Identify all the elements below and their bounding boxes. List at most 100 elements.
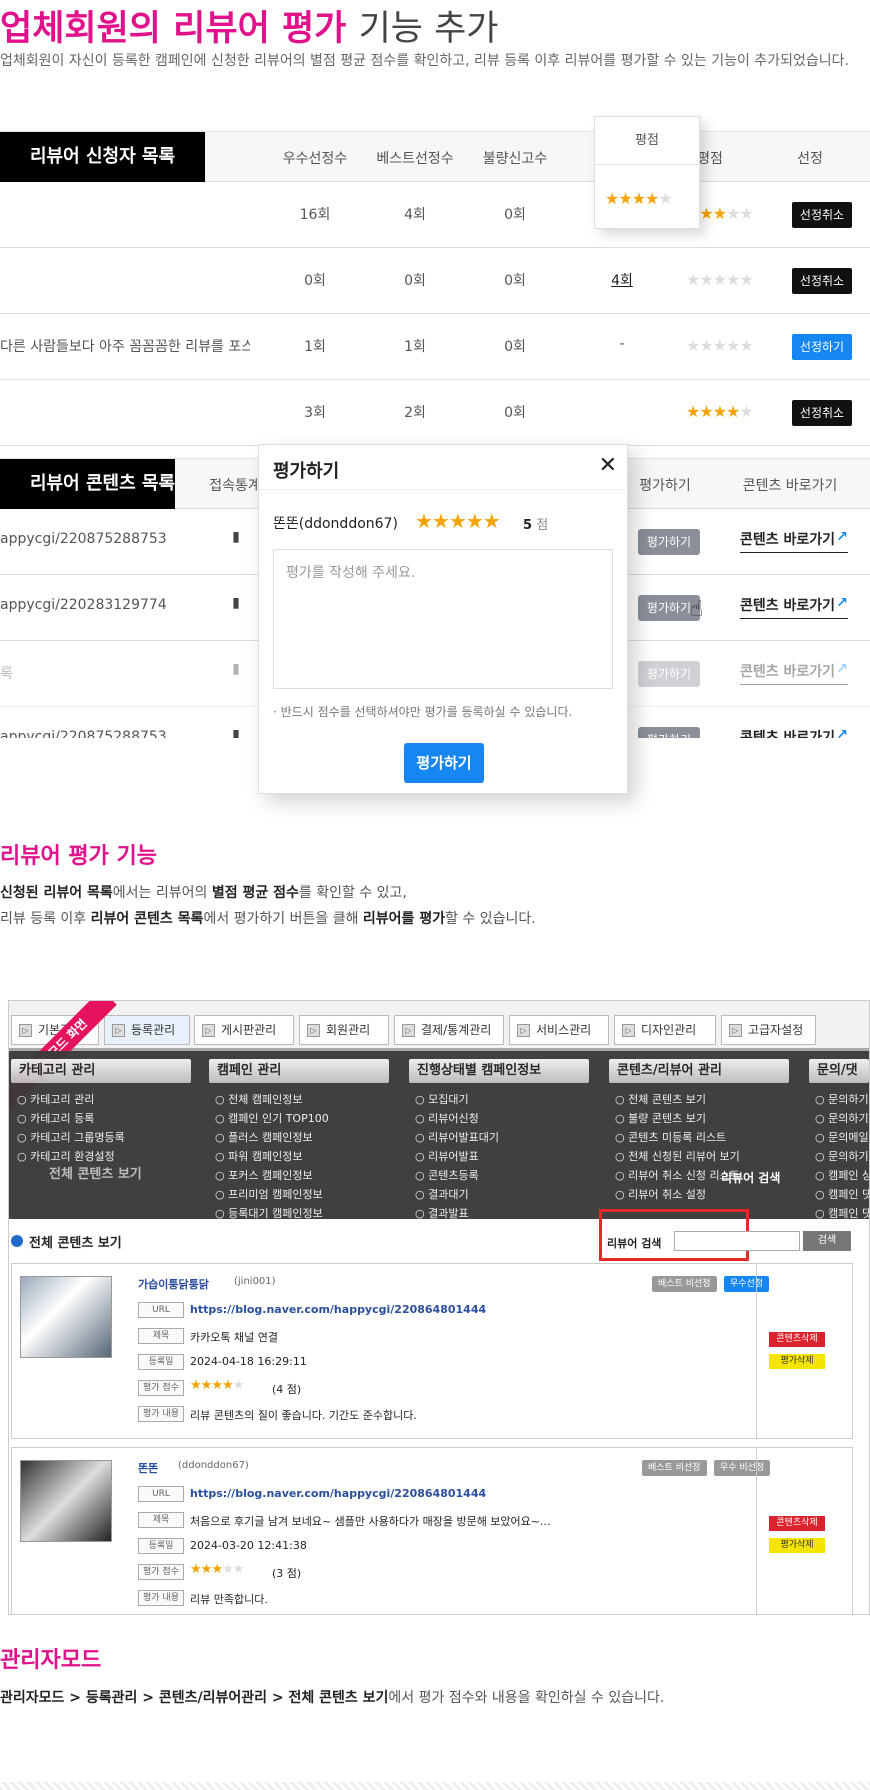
admin-tab-label: 결제/통계관리 xyxy=(421,1023,492,1037)
evaluation-score: (4 점) xyxy=(272,1383,302,1396)
menu-item[interactable]: ○ 캠페인 댓 xyxy=(815,1205,869,1221)
menu-item[interactable]: ○ 전체 캠페인정보 xyxy=(215,1091,302,1107)
menu-item[interactable]: ○ 리뷰어발표 xyxy=(415,1148,479,1164)
menu-item-label: 카테고리 환경설정 xyxy=(30,1150,115,1163)
excellent-count: 1회 xyxy=(304,339,326,355)
feature-line-2: 리뷰 등록 이후 리뷰어 콘텐츠 목록에서 평가하기 버튼을 클해 리뷰어를 평… xyxy=(0,906,536,932)
close-icon[interactable]: ✕ xyxy=(599,453,617,478)
menu-item[interactable]: ○ 포커스 캠페인정보 xyxy=(215,1167,313,1183)
bar-chart-icon[interactable]: ▮ xyxy=(226,661,246,677)
rating-count: - xyxy=(619,336,625,352)
cancel-selection-button[interactable]: 선정취소 xyxy=(792,202,852,228)
menu-item[interactable]: ○ 카테고리 환경설정 xyxy=(17,1148,115,1164)
content-url-link[interactable]: https://blog.naver.com/happycgi/22086480… xyxy=(190,1487,486,1500)
field-label: 평가 점수 xyxy=(138,1380,184,1396)
menu-item[interactable]: ○ 카테고리 그룹명등록 xyxy=(17,1129,125,1145)
admin-tab[interactable]: ▷ 회원관리 xyxy=(299,1015,389,1045)
menu-item[interactable]: ○ 파워 캠페인정보 xyxy=(215,1148,302,1164)
bullet-icon: ○ xyxy=(215,1207,229,1220)
goto-content-link[interactable]: 콘텐츠 바로가기 ↗ xyxy=(740,595,848,619)
admin-tab[interactable]: ▷ 고급자설정 xyxy=(721,1015,816,1045)
menu-header[interactable]: 콘텐츠/리뷰어 관리 xyxy=(609,1059,789,1083)
menu-item[interactable]: ○ 콘텐츠 미등록 리스트 xyxy=(615,1129,726,1145)
bad-count: 0회 xyxy=(504,273,526,289)
feature-text: 신청된 리뷰어 목록에서는 리뷰어의 별점 평균 점수를 확인할 수 있고, 리… xyxy=(0,880,536,932)
best-tag[interactable]: 베스트 비선정 xyxy=(642,1460,707,1476)
menu-item[interactable]: ○ 결과대기 xyxy=(415,1186,469,1202)
search-label: 리뷰어 검색 xyxy=(607,1237,662,1250)
content-url-link[interactable]: https://blog.naver.com/happycgi/22086480… xyxy=(190,1303,486,1316)
reviewer-name[interactable]: 똔똔 xyxy=(138,1460,158,1476)
cancel-selection-button[interactable]: 선정취소 xyxy=(792,268,852,294)
bullet-icon: ○ xyxy=(815,1150,829,1163)
menu-item[interactable]: ○ 문의하기 xyxy=(815,1148,869,1164)
rating-count[interactable]: 4회 xyxy=(602,270,642,290)
menu-item[interactable]: ○ 전체 신청된 리뷰어 보기 xyxy=(615,1148,740,1164)
menu-item[interactable]: ○ 캠페인 상 xyxy=(815,1167,869,1183)
delete-content-button[interactable]: 콘텐츠삭제 xyxy=(769,1516,825,1531)
menu-item[interactable]: ○ 문의하기 xyxy=(815,1091,869,1107)
menu-header[interactable]: 캠페인 관리 xyxy=(209,1059,389,1083)
bad-count: 0회 xyxy=(504,339,526,355)
content-card: 가습이퉁닭퉁닭 (jini001) 베스트 비선정 우수선정 URL https://bl… xyxy=(11,1263,853,1439)
menu-item-label: 불량 콘텐츠 보기 xyxy=(628,1112,706,1125)
cancel-selection-button[interactable]: 선정취소 xyxy=(792,400,852,426)
menu-header[interactable]: 문의/댓 xyxy=(809,1059,869,1083)
menu-item[interactable]: ○ 카테고리 관리 xyxy=(17,1091,94,1107)
admin-tab[interactable]: ▷ 등록관리 xyxy=(104,1015,190,1045)
modal-star-rating[interactable]: ★★★★★ xyxy=(415,509,501,533)
menu-item[interactable]: ○ 전체 콘텐츠 보기 xyxy=(615,1091,706,1107)
menu-header[interactable]: 진행상태별 캠페인정보 xyxy=(409,1059,589,1083)
admin-tab[interactable]: ▷ 결제/통계관리 xyxy=(394,1015,504,1045)
delete-content-button[interactable]: 콘텐츠삭제 xyxy=(769,1332,825,1347)
delete-evaluation-button[interactable]: 평가삭제 xyxy=(769,1538,825,1553)
menu-item[interactable]: ○ 프리미엄 캠페인정보 xyxy=(215,1186,323,1202)
search-input[interactable] xyxy=(674,1231,800,1251)
star-icon: ★ xyxy=(726,336,740,355)
menu-item[interactable]: ○ 문의메일 xyxy=(815,1129,869,1145)
star-icon: ★ xyxy=(726,270,740,289)
menu-item[interactable]: ○ 캠페인 댓 xyxy=(815,1186,869,1202)
menu-item[interactable]: ○ 카테고리 등록 xyxy=(17,1110,94,1126)
bg-search-label: 리뷰어 검색 xyxy=(721,1171,781,1185)
goto-content-link[interactable]: 콘텐츠 바로가기 ↗ xyxy=(740,661,848,685)
best-tag[interactable]: 베스트 비선정 xyxy=(652,1276,717,1292)
evaluate-button[interactable]: 평가하기 xyxy=(638,727,700,738)
select-button[interactable]: 선정하기 xyxy=(792,334,852,360)
rating-popover-stars: ★★★★★ xyxy=(605,189,673,208)
bullet-icon: ○ xyxy=(215,1093,229,1106)
admin-tab[interactable]: ▷ 서비스관리 xyxy=(509,1015,609,1045)
menu-item[interactable]: ○ 결과발표 xyxy=(415,1205,469,1221)
arrow-up-right-icon: ↗ xyxy=(836,661,848,677)
reviewer-id: (jini001) xyxy=(234,1276,276,1287)
menu-item[interactable]: ○ 리뷰어발표대기 xyxy=(415,1129,499,1145)
evaluation-textarea[interactable]: 평가를 작성해 주세요. xyxy=(273,549,613,689)
admin-tab[interactable]: ▷ 게시판관리 xyxy=(194,1015,294,1045)
submit-evaluation-button[interactable]: 평가하기 xyxy=(404,743,484,783)
feature-text-5: 할 수 있습니다. xyxy=(445,911,536,927)
bar-chart-icon[interactable]: ▮ xyxy=(226,595,246,611)
star-icon: ★ xyxy=(712,336,727,355)
menu-item[interactable]: ○ 콘텐츠등록 xyxy=(415,1167,479,1183)
bullet-icon: ○ xyxy=(17,1150,31,1163)
search-button[interactable]: 검색 xyxy=(803,1231,851,1251)
evaluate-button[interactable]: 평가하기 xyxy=(638,529,700,555)
reviewer-name[interactable]: 가습이퉁닭퉁닭 xyxy=(138,1276,209,1292)
menu-item[interactable]: ○ 캠페인 인기 TOP100 xyxy=(215,1110,329,1126)
menu-item[interactable]: ○ 등록대기 캠페인정보 xyxy=(215,1205,323,1221)
bar-chart-icon[interactable]: ▮ xyxy=(226,727,246,738)
menu-item[interactable]: ○ 불량 콘텐츠 보기 xyxy=(615,1110,706,1126)
menu-item[interactable]: ○ 모집대기 xyxy=(415,1091,469,1107)
goto-content-link[interactable]: 콘텐츠 바로가기 ↗ xyxy=(740,529,848,553)
delete-evaluation-button[interactable]: 평가삭제 xyxy=(769,1354,825,1369)
bar-chart-icon[interactable]: ▮ xyxy=(226,529,246,545)
evaluate-button[interactable]: 평가하기 xyxy=(638,661,700,687)
menu-item-label: 등록대기 캠페인정보 xyxy=(228,1207,323,1220)
admin-tab[interactable]: ▷ 디자인관리 xyxy=(614,1015,716,1045)
menu-item[interactable]: ○ 리뷰어 취소 설정 xyxy=(615,1186,706,1202)
goto-content-link[interactable]: 콘텐츠 바로가기 ↗ xyxy=(740,727,848,738)
menu-item[interactable]: ○ 리뷰어신청 xyxy=(415,1110,479,1126)
menu-item[interactable]: ○ 플러스 캠페인정보 xyxy=(215,1129,313,1145)
menu-header[interactable]: 카테고리 관리 xyxy=(11,1059,191,1083)
menu-item[interactable]: ○ 문의하기 xyxy=(815,1110,869,1126)
